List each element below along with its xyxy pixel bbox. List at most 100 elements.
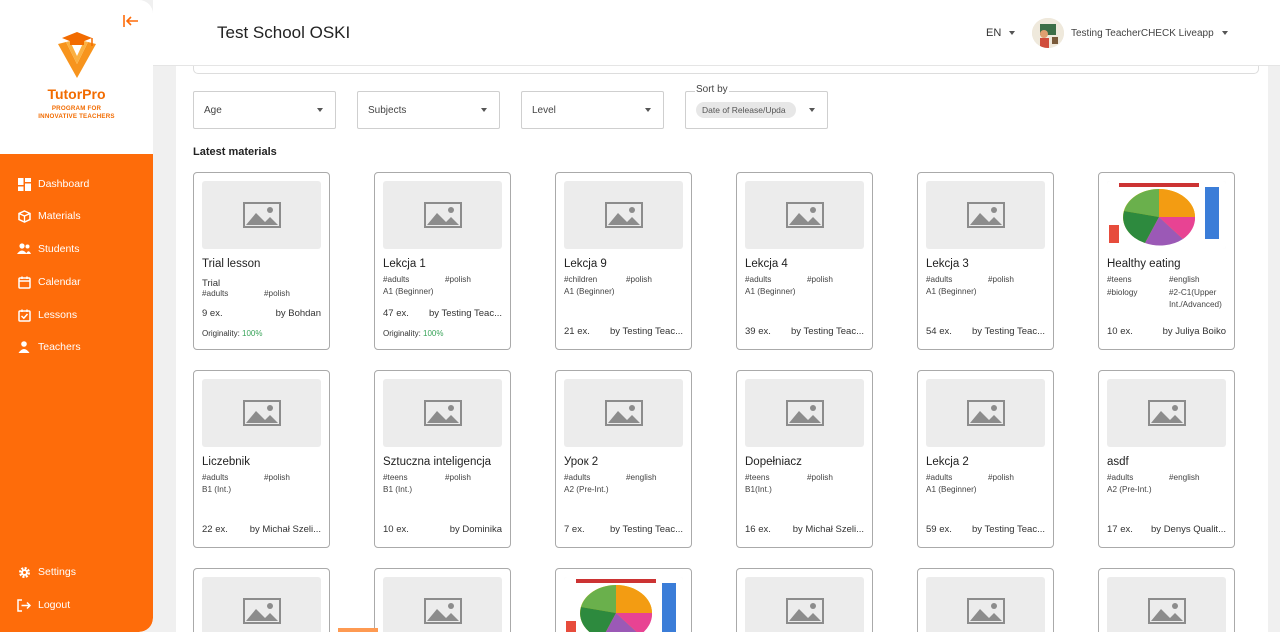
sort-select[interactable]: Date of Release/Upda bbox=[685, 91, 828, 129]
dashboard-icon bbox=[17, 177, 31, 191]
tagline-line1: PROGRAM FOR bbox=[51, 105, 102, 112]
sidebar-item-label: Students bbox=[38, 243, 80, 255]
image-placeholder-icon bbox=[1107, 379, 1226, 447]
main-content: Age Subjects Level Date of Release/Upda … bbox=[176, 66, 1268, 632]
subjects-filter[interactable]: Subjects bbox=[357, 91, 500, 129]
card-footer: 9 ex. by Bohdan bbox=[202, 308, 321, 319]
card-title: Sztuczna inteligencja bbox=[383, 456, 492, 468]
sidebar: TutorPro PROGRAM FOR INNOVATIVE TEACHERS… bbox=[0, 0, 153, 632]
material-card[interactable]: Trial lesson Trial #adults #polish 9 ex. by B… bbox=[193, 172, 330, 350]
sidebar-item-lessons[interactable]: Lessons bbox=[17, 305, 77, 325]
material-card[interactable]: Healthy eating #teens #english #biology #2-C… bbox=[1098, 172, 1235, 350]
material-card[interactable]: Lekcja 3 #adults #polish A1 (Beginner) 54 ex… bbox=[917, 172, 1054, 350]
user-menu[interactable]: Testing TeacherCHECK Liveapp bbox=[1032, 18, 1228, 48]
sidebar-item-materials[interactable]: Materials bbox=[17, 206, 81, 226]
card-footer: 47 ex. by Testing Teac... bbox=[383, 308, 502, 319]
card-footer: 39 ex. by Testing Teac... bbox=[745, 326, 864, 337]
tag: #adults bbox=[383, 275, 410, 284]
card-footer: 10 ex. by Dominika bbox=[383, 524, 502, 535]
tag: #polish bbox=[264, 289, 290, 298]
card-title: Liczebnik bbox=[202, 456, 250, 468]
material-card[interactable] bbox=[374, 568, 511, 632]
card-title: Lekcja 3 bbox=[926, 258, 969, 270]
card-author: by Bohdan bbox=[275, 308, 321, 319]
section-title: Latest materials bbox=[193, 146, 277, 158]
material-card[interactable]: Lekcja 2 #adults #polish A1 (Beginner) 59 ex… bbox=[917, 370, 1054, 548]
card-level: A1 (Beginner) bbox=[745, 287, 796, 296]
horizontal-scrollbar[interactable] bbox=[338, 628, 378, 632]
originality-value: 100% bbox=[423, 329, 444, 338]
card-level: A2 (Pre-Int.) bbox=[1107, 485, 1152, 494]
card-author: by Michał Szeli... bbox=[249, 524, 321, 535]
tag: #polish bbox=[988, 473, 1014, 482]
image-placeholder-icon bbox=[564, 181, 683, 249]
image-placeholder-icon bbox=[1107, 577, 1226, 632]
originality: Originality: 100% bbox=[202, 329, 263, 338]
originality-label: Originality: bbox=[202, 329, 240, 338]
sidebar-item-dashboard[interactable]: Dashboard bbox=[17, 174, 89, 194]
image-placeholder-icon bbox=[564, 379, 683, 447]
material-card[interactable]: Lekcja 1 #adults #polish A1 (Beginner) 47 ex… bbox=[374, 172, 511, 350]
material-card[interactable]: asdf #adults #english A2 (Pre-Int.) 17 ex. by… bbox=[1098, 370, 1235, 548]
material-card[interactable]: Dopełniacz #teens #polish B1(Int.) 16 ex. by … bbox=[736, 370, 873, 548]
sort-label: Sort by bbox=[695, 84, 729, 95]
card-tags: #teens #english #biology #2-C1(Upper Int./A… bbox=[1107, 274, 1228, 312]
sidebar-item-calendar[interactable]: Calendar bbox=[17, 272, 81, 292]
material-card[interactable] bbox=[1098, 568, 1235, 632]
nav-menu: Dashboard Materials Students Calendar Le… bbox=[0, 154, 153, 632]
sort-value-chip: Date of Release/Upda bbox=[696, 102, 796, 118]
brand-name: TutorPro bbox=[47, 86, 106, 102]
gear-icon bbox=[17, 565, 31, 579]
sidebar-item-teachers[interactable]: Teachers bbox=[17, 337, 81, 357]
chevron-down-icon bbox=[809, 108, 815, 112]
material-card[interactable]: Lekcja 4 #adults #polish A1 (Beginner) 39 ex… bbox=[736, 172, 873, 350]
age-filter[interactable]: Age bbox=[193, 91, 336, 129]
exercise-count: 9 ex. bbox=[202, 308, 223, 319]
logo-icon bbox=[57, 32, 96, 78]
level-filter[interactable]: Level bbox=[521, 91, 664, 129]
image-placeholder-icon bbox=[383, 181, 502, 249]
tag: #english bbox=[1169, 473, 1200, 482]
tag: #adults bbox=[745, 275, 772, 284]
age-filter-label: Age bbox=[204, 104, 222, 116]
sidebar-item-logout[interactable]: Logout bbox=[17, 595, 70, 615]
language-selector[interactable]: EN bbox=[986, 27, 1016, 39]
tag: #polish bbox=[445, 275, 471, 284]
top-bar: Test School OSKI EN Testing TeacherCHECK… bbox=[153, 0, 1280, 66]
card-author: by Testing Teac... bbox=[971, 326, 1045, 337]
image-placeholder-icon bbox=[745, 577, 864, 632]
card-tags: #children #polish bbox=[564, 274, 685, 287]
collapse-sidebar-icon[interactable] bbox=[122, 13, 140, 29]
tag: #teens bbox=[1107, 275, 1132, 284]
originality-label: Originality: bbox=[383, 329, 421, 338]
card-title: Trial lesson bbox=[202, 258, 261, 270]
card-tags: #teens #polish bbox=[745, 472, 866, 485]
exercise-count: 54 ex. bbox=[926, 326, 952, 337]
card-author: by Testing Teac... bbox=[971, 524, 1045, 535]
exercise-count: 47 ex. bbox=[383, 308, 409, 319]
material-card[interactable] bbox=[917, 568, 1054, 632]
sidebar-item-label: Dashboard bbox=[38, 178, 90, 190]
search-panel bbox=[193, 66, 1259, 74]
card-title: Healthy eating bbox=[1107, 258, 1181, 270]
card-tags: #adults #polish bbox=[926, 274, 1047, 287]
card-footer: 21 ex. by Testing Teac... bbox=[564, 326, 683, 337]
material-card[interactable]: Sztuczna inteligencja #teens #polish B1 (In… bbox=[374, 370, 511, 548]
sidebar-item-students[interactable]: Students bbox=[17, 239, 79, 259]
tag: #teens bbox=[383, 473, 408, 482]
avatar bbox=[1032, 18, 1064, 48]
sidebar-item-settings[interactable]: Settings bbox=[17, 562, 76, 582]
chevron-down-icon bbox=[645, 108, 651, 112]
material-card[interactable] bbox=[555, 568, 692, 632]
card-level: B1 (Int.) bbox=[202, 485, 232, 494]
material-card[interactable] bbox=[193, 568, 330, 632]
material-card[interactable] bbox=[736, 568, 873, 632]
material-card[interactable]: Lekcja 9 #children #polish A1 (Beginner) 21 … bbox=[555, 172, 692, 350]
image-placeholder-icon bbox=[383, 577, 502, 632]
card-author: by Testing Teac... bbox=[790, 326, 864, 337]
logo[interactable]: TutorPro PROGRAM FOR INNOVATIVE TEACHERS bbox=[0, 30, 153, 121]
user-name: Testing TeacherCHECK Liveapp bbox=[1071, 27, 1214, 39]
card-tags: #adults #polish bbox=[202, 472, 323, 485]
material-card[interactable]: Урок 2 #adults #english A2 (Pre-Int.) 7 ex. b… bbox=[555, 370, 692, 548]
material-card[interactable]: Liczebnik #adults #polish B1 (Int.) 22 ex. by… bbox=[193, 370, 330, 548]
